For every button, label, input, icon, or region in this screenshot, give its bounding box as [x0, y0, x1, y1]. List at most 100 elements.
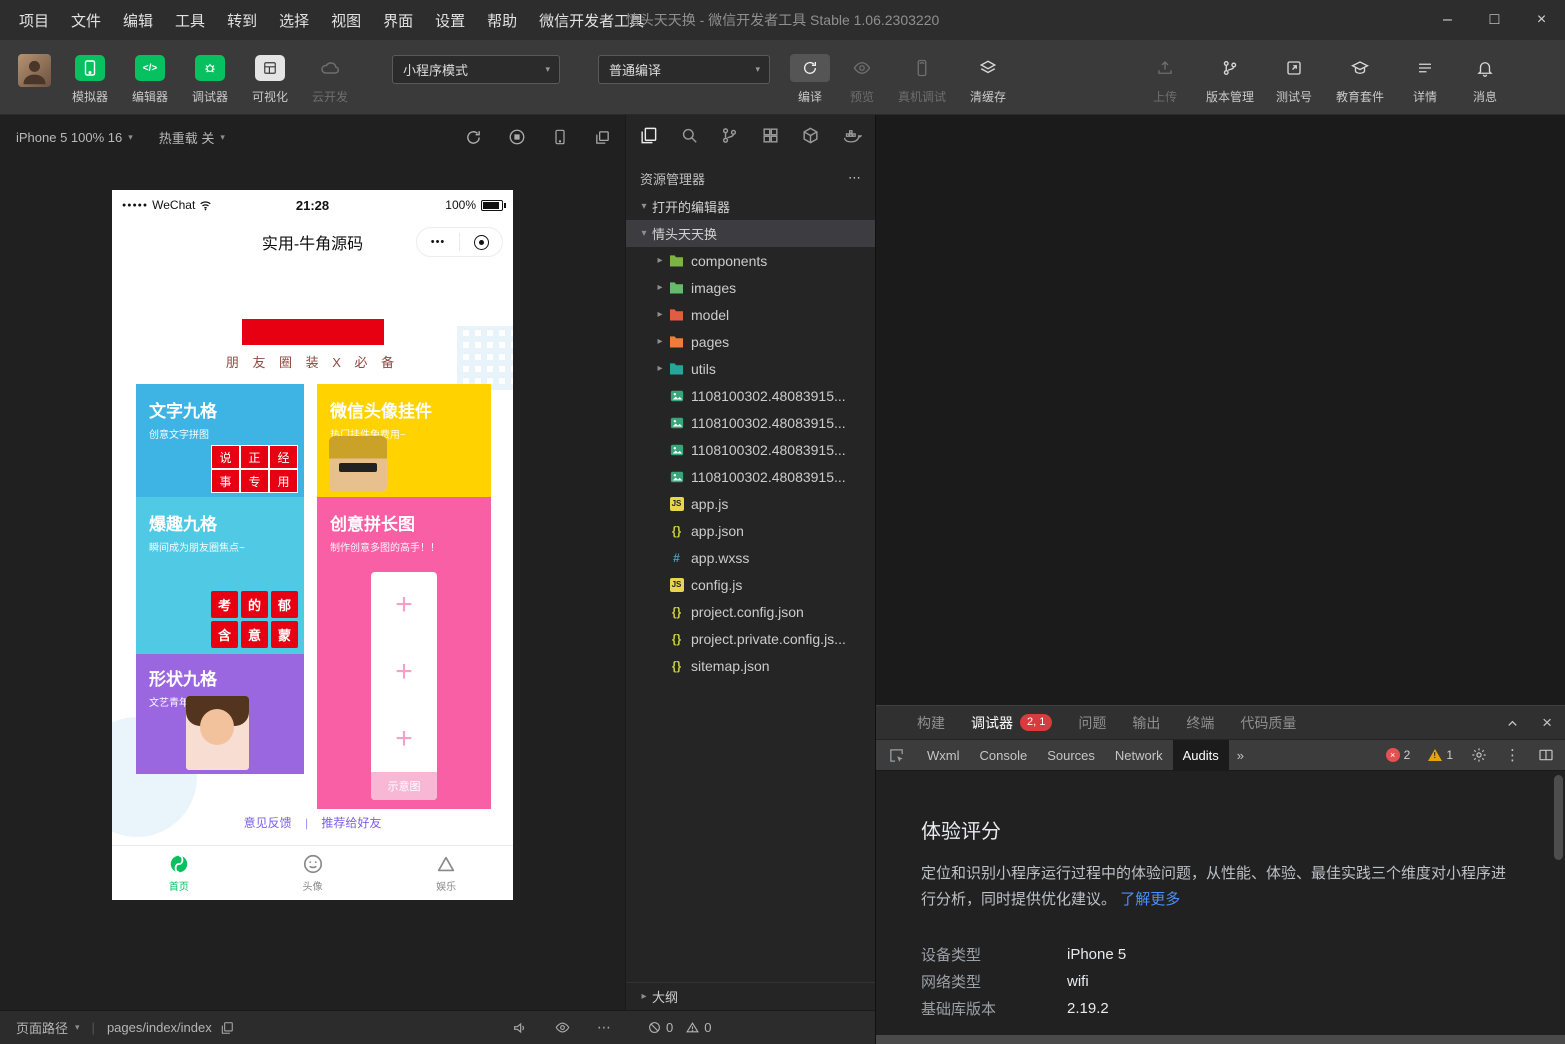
menu-file[interactable]: 文件	[60, 10, 112, 31]
details-button[interactable]: 详情	[1397, 53, 1453, 105]
debugger-toggle[interactable]: 调试器	[182, 53, 238, 105]
menu-edit[interactable]: 编辑	[112, 10, 164, 31]
gear-icon[interactable]	[1471, 747, 1487, 763]
menu-settings[interactable]: 设置	[424, 10, 476, 31]
card-avatar-pendant[interactable]: 微信头像挂件 热门挂件免费用~	[317, 384, 491, 497]
tree-folder-components[interactable]: ▸ components	[626, 247, 875, 274]
tree-folder-model[interactable]: ▸ model	[626, 301, 875, 328]
maximize-button[interactable]: □	[1471, 0, 1518, 40]
more-menu-button[interactable]: •••	[417, 228, 459, 256]
tab-output[interactable]: 输出	[1119, 706, 1173, 740]
test-account-button[interactable]: 测试号	[1266, 53, 1322, 105]
eye-icon[interactable]	[554, 1020, 571, 1035]
search-icon[interactable]	[680, 126, 699, 145]
sound-icon[interactable]	[512, 1020, 528, 1036]
tree-file-configjs[interactable]: JS config.js	[626, 571, 875, 598]
tab-avatar[interactable]: 头像	[246, 846, 380, 900]
package-icon[interactable]	[801, 126, 820, 145]
menu-project[interactable]: 项目	[8, 10, 60, 31]
tree-file-image[interactable]: 1108100302.48083915...	[626, 382, 875, 409]
mode-select[interactable]: 小程序模式 ▾	[392, 55, 560, 84]
devtools-tab-network[interactable]: Network	[1105, 740, 1173, 771]
kebab-menu-icon[interactable]: ⋮	[1505, 746, 1520, 764]
horizontal-scrollbar[interactable]	[876, 1035, 1565, 1044]
tree-file-appjs[interactable]: JS app.js	[626, 490, 875, 517]
messages-button[interactable]: 消息	[1457, 53, 1513, 105]
outline-section[interactable]: ▸ 大纲	[626, 982, 875, 1010]
tree-file-sitemap[interactable]: {} sitemap.json	[626, 652, 875, 679]
simulator-toggle[interactable]: 模拟器	[62, 53, 118, 105]
files-icon[interactable]	[639, 126, 658, 145]
tab-terminal[interactable]: 终端	[1173, 706, 1227, 740]
windows-icon[interactable]	[594, 129, 611, 146]
refresh-icon[interactable]	[465, 129, 482, 146]
devtools-tab-audits[interactable]: Audits	[1173, 740, 1229, 771]
copy-icon[interactable]	[220, 1021, 234, 1035]
red-banner[interactable]	[242, 319, 384, 345]
menu-select[interactable]: 选择	[268, 10, 320, 31]
tab-home[interactable]: 首页	[112, 846, 246, 900]
upload-button[interactable]: 上传	[1137, 53, 1193, 105]
menu-goto[interactable]: 转到	[216, 10, 268, 31]
edu-suite-button[interactable]: 教育套件	[1329, 53, 1391, 105]
tree-file-image[interactable]: 1108100302.48083915...	[626, 409, 875, 436]
close-button[interactable]: ×	[1518, 0, 1565, 40]
compile-button[interactable]: 编译	[782, 53, 838, 105]
inspect-element-icon[interactable]	[888, 747, 905, 764]
error-counter[interactable]: × 2	[1386, 748, 1411, 762]
editor-toggle[interactable]: </> 编辑器	[122, 53, 178, 105]
card-long-image[interactable]: 创意拼长图 制作创意多图的高手！！ + + + 示意图	[317, 497, 491, 809]
tree-file-appwxss[interactable]: # app.wxss	[626, 544, 875, 571]
menu-interface[interactable]: 界面	[372, 10, 424, 31]
device-icon[interactable]	[552, 128, 568, 146]
menu-tools[interactable]: 工具	[164, 10, 216, 31]
devtools-tab-sources[interactable]: Sources	[1037, 740, 1105, 771]
vertical-scrollbar[interactable]	[1554, 775, 1563, 860]
hot-reload-select[interactable]: 热重载 关 ▾	[159, 128, 225, 147]
tab-fun[interactable]: 娱乐	[379, 846, 513, 900]
tree-file-privateconfig[interactable]: {} project.private.config.js...	[626, 625, 875, 652]
compile-mode-select[interactable]: 普通编译 ▾	[598, 55, 770, 84]
preview-button[interactable]: 预览	[834, 53, 890, 105]
tree-folder-utils[interactable]: ▸ utils	[626, 355, 875, 382]
more-icon[interactable]: ⋯	[597, 1019, 611, 1036]
git-branch-icon[interactable]	[720, 126, 739, 145]
close-panel-icon[interactable]: ×	[1542, 713, 1552, 733]
devtools-tab-console[interactable]: Console	[970, 740, 1038, 771]
section-open-editors[interactable]: ▾ 打开的编辑器	[626, 193, 875, 220]
clear-cache-button[interactable]: 清缓存	[960, 53, 1016, 105]
more-icon[interactable]: ⋯	[848, 170, 861, 186]
stop-icon[interactable]	[508, 128, 526, 146]
tab-overflow-icon[interactable]: »	[1229, 748, 1252, 763]
close-miniapp-button[interactable]	[460, 228, 502, 256]
menu-view[interactable]: 视图	[320, 10, 372, 31]
tree-file-image[interactable]: 1108100302.48083915...	[626, 463, 875, 490]
card-fun-grid[interactable]: 爆趣九格 瞬间成为朋友圈焦点~ 考 的 郁 含 意 蒙	[136, 497, 304, 654]
tab-debugger[interactable]: 调试器 2, 1	[958, 706, 1065, 740]
remote-debug-button[interactable]: 真机调试	[890, 53, 954, 105]
tab-problems[interactable]: 问题	[1065, 706, 1119, 740]
tab-build[interactable]: 构建	[904, 706, 958, 740]
extensions-icon[interactable]	[761, 126, 780, 145]
card-shape-grid[interactable]: 形状九格 文艺青年发图专属	[136, 654, 304, 774]
tree-folder-pages[interactable]: ▸ pages	[626, 328, 875, 355]
feedback-link[interactable]: 意见反馈	[244, 816, 292, 830]
version-control-button[interactable]: 版本管理	[1199, 53, 1261, 105]
tree-folder-images[interactable]: ▸ images	[626, 274, 875, 301]
learn-more-link[interactable]: 了解更多	[1120, 891, 1180, 908]
tree-file-projectconfig[interactable]: {} project.config.json	[626, 598, 875, 625]
page-path-select[interactable]: 页面路径 ▾	[16, 1018, 80, 1037]
section-project-root[interactable]: ▾ 情头天天换	[626, 220, 875, 247]
devtools-tab-wxml[interactable]: Wxml	[917, 740, 970, 771]
warning-counter[interactable]: 1	[1428, 748, 1453, 762]
tree-file-appjson[interactable]: {} app.json	[626, 517, 875, 544]
collapse-icon[interactable]	[1505, 716, 1520, 731]
menu-help[interactable]: 帮助	[476, 10, 528, 31]
tab-code-quality[interactable]: 代码质量	[1227, 706, 1309, 740]
tree-file-image[interactable]: 1108100302.48083915...	[626, 436, 875, 463]
card-text-grid[interactable]: 文字九格 创意文字拼图 说 正 经 事 专 用	[136, 384, 304, 497]
cloud-dev-button[interactable]: 云开发	[302, 53, 358, 105]
docker-icon[interactable]	[842, 126, 862, 145]
device-select[interactable]: iPhone 5 100% 16 ▾	[16, 130, 133, 145]
visual-toggle[interactable]: 可视化	[242, 53, 298, 105]
